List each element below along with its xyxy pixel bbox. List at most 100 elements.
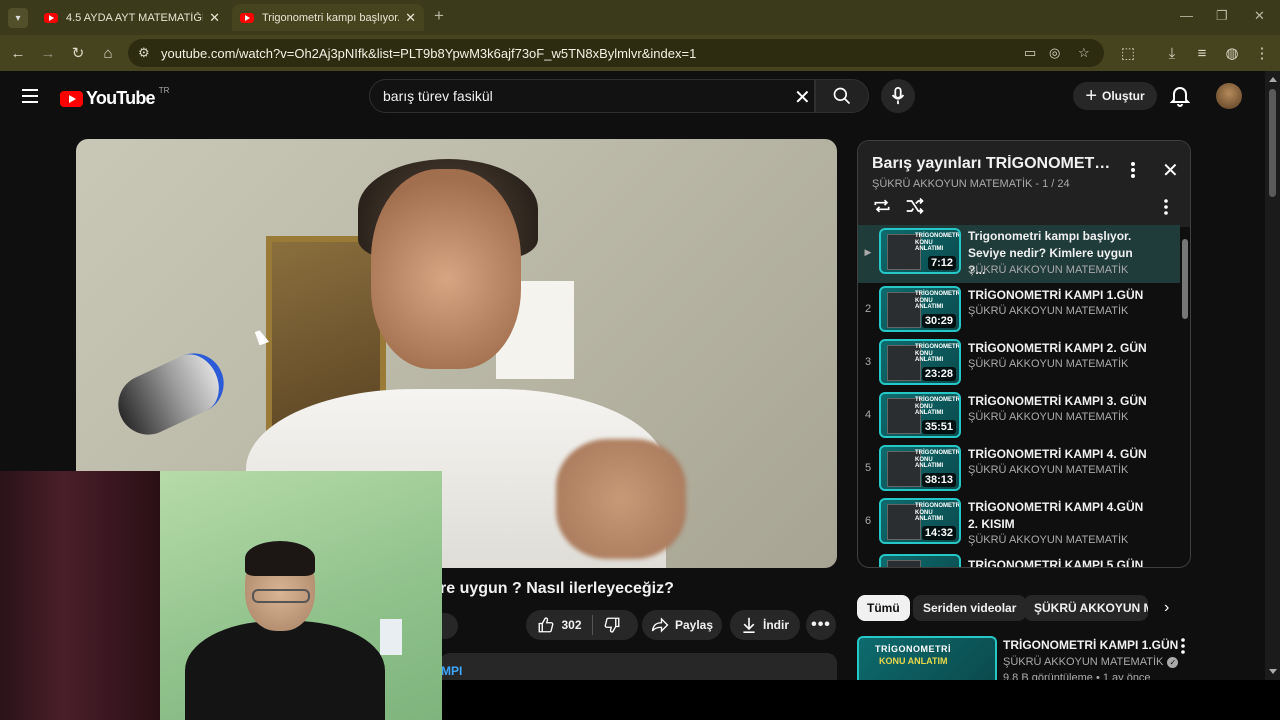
notifications-bell-icon[interactable] [1170,85,1190,107]
search-button[interactable] [815,79,869,113]
chevron-right-icon[interactable]: › [1164,599,1169,617]
playlist-item-title: TRİGONOMETRİ KAMPI 4. GÜN [968,447,1147,461]
tab-label: Trigonometri kampı başlıyor. Se [262,11,400,24]
close-window-icon[interactable]: ✕ [1254,8,1265,24]
recommended-channel[interactable]: ŞÜKRÜ AKKOYUN MATEMATİK ✓ [1003,656,1179,668]
download-label: İndir [763,618,789,632]
playlist-panel: Barış yayınları TRİGONOMETRİ... ŞÜKRÜ AK… [857,140,1191,568]
description-link[interactable]: MPI [441,664,462,678]
description-box[interactable] [440,653,837,683]
playlist-item-title: TRİGONOMETRİ KAMPI 3. GÜN [968,394,1147,408]
menu-icon[interactable] [22,89,38,103]
forward-icon[interactable]: → [38,43,58,63]
chip-channel[interactable]: ŞÜKRÜ AKKOYUN MA [1024,595,1148,621]
recommended-menu-icon[interactable] [1180,638,1186,654]
playlist-menu-icon[interactable] [1130,161,1136,179]
thumbnail-caption: TRİGONOMETRİ KONU ANLATIMI [915,291,961,311]
restore-icon[interactable]: ❐ [1216,8,1228,24]
home-icon[interactable]: ⌂ [98,43,118,63]
like-button[interactable] [537,616,555,634]
extensions-icon[interactable]: ⬚ [1118,43,1138,63]
media-control-icon[interactable]: ≡ [1192,43,1212,63]
close-playlist-icon[interactable]: ✕ [1162,158,1179,183]
webcam-curtain [0,471,160,720]
playlist-item-title: TRİGONOMETRİ KAMPI 5.GÜN [968,558,1144,568]
download-button[interactable]: İndir [730,610,800,640]
tab-label: 4.5 AYDA AYT MATEMATİĞİ BİTİ [66,11,204,24]
dislike-button[interactable] [603,616,621,634]
thumbs-down-icon [604,617,619,633]
duration-badge: 7:12 [927,256,956,270]
browser-tab-1[interactable]: 4.5 AYDA AYT MATEMATİĞİ BİTİ ✕ [36,4,228,31]
youtube-header: YouTube TR ✕ + Oluştur [0,71,1265,127]
scroll-up-icon[interactable] [1269,77,1277,82]
site-info-icon[interactable]: ⚙ [138,45,150,61]
playlist-item-title: TRİGONOMETRİ KAMPI 1.GÜN [968,288,1144,302]
chip-all[interactable]: Tümü [857,595,910,621]
playlist-item[interactable]: 2 TRİGONOMETRİ KONU ANLATIMI 30:29 TRİGON… [858,283,1180,336]
shuffle-icon[interactable] [905,197,925,215]
playlist-title[interactable]: Barış yayınları TRİGONOMETRİ... [872,155,1112,173]
more-actions-button[interactable]: ••• [806,610,836,640]
playlist-item[interactable]: 5 TRİGONOMETRİ KONU ANLATIMI 38:13 TRİGON… [858,442,1180,495]
create-button[interactable]: + Oluştur [1073,82,1157,110]
chip-series[interactable]: Seriden videolar [913,595,1027,621]
recommended-title[interactable]: TRİGONOMETRİ KAMPI 1.GÜN [1003,638,1178,652]
playlist-options-icon[interactable] [1163,199,1169,215]
address-bar[interactable]: ⚙ youtube.com/watch?v=Oh2Aj3pNIfk&list=P… [128,39,1104,67]
youtube-logo[interactable]: YouTube TR [60,86,170,109]
close-tab-icon[interactable]: ✕ [209,10,220,26]
browser-tab-2[interactable]: Trigonometri kampı başlıyor. Se ✕ [232,4,424,31]
search-box[interactable]: ✕ [369,79,815,113]
clear-search-icon[interactable]: ✕ [794,85,811,110]
playlist-item-index: 4 [864,409,872,421]
new-tab-icon[interactable]: + [434,6,444,26]
playlist-item[interactable]: 6 TRİGONOMETRİ KONU ANLATIMI 14:32 TRİGON… [858,495,1180,551]
loop-icon[interactable] [872,197,892,215]
playlist-item[interactable]: 3 TRİGONOMETRİ KONU ANLATIMI 23:28 TRİGON… [858,336,1180,389]
back-icon[interactable]: ← [8,43,28,63]
presenter-hand [556,439,686,559]
bookmark-star-icon[interactable]: ☆ [1078,45,1090,61]
playlist-scroll-thumb[interactable] [1182,239,1188,319]
page-scrollbar[interactable] [1265,71,1280,680]
recommended-meta: 9,8 B görüntüleme • 1 ay önce [1003,672,1151,680]
microphone-icon [891,87,905,105]
like-divider [591,615,593,635]
minimize-icon[interactable]: — [1180,8,1193,23]
cast-icon[interactable]: ▭ [1024,45,1036,61]
playlist-scrollbar[interactable] [1180,227,1190,567]
voice-search-button[interactable] [881,79,915,113]
plus-icon: + [1085,85,1097,107]
playlist-subtitle: ŞÜKRÜ AKKOYUN MATEMATİK - 1 / 24 [872,178,1070,190]
download-icon [741,616,757,634]
playlist-item-channel: ŞÜKRÜ AKKOYUN MATEMATİK [968,464,1129,476]
reload-icon[interactable]: ↻ [68,43,88,63]
share-button[interactable]: Paylaş [642,610,722,640]
tracking-protection-icon[interactable]: ◎ [1049,45,1060,61]
downloads-icon[interactable]: ⤓ [1162,43,1182,63]
playlist-item-channel: ŞÜKRÜ AKKOYUN MATEMATİK [968,534,1129,546]
search-input[interactable] [383,88,763,104]
country-code: TR [158,86,170,95]
now-playing-icon: ▶ [864,247,872,257]
page-scroll-thumb[interactable] [1269,89,1276,197]
scroll-down-icon[interactable] [1269,669,1277,674]
profile-icon[interactable]: ◍ [1222,43,1242,63]
recommended-thumbnail[interactable]: TRİGONOMETRİ KONU ANLATIM [857,636,997,680]
account-avatar[interactable] [1216,83,1242,109]
webcam-overlay [0,471,442,720]
close-tab-icon[interactable]: ✕ [405,10,416,26]
playlist-item[interactable]: 4 TRİGONOMETRİ KONU ANLATIMI 35:51 TRİGON… [858,389,1180,442]
tab-search-dropdown-icon[interactable]: ▾ [8,8,28,28]
playlist-item[interactable]: ▶ TRİGONOMETRİ KONU ANLATIMI 7:12 Trigono… [858,225,1180,283]
subscribe-button-fragment[interactable] [440,613,458,639]
browser-menu-icon[interactable]: ⋮ [1252,43,1272,63]
duration-badge: 30:29 [921,314,956,328]
thumbnail-caption: TRİGONOMETRİ KONU ANLATIMI [915,344,961,364]
playlist-item-index: 2 [864,303,872,315]
playlist-item[interactable]: TRİGONOMETRİ KAMPI 5.GÜN [858,551,1180,568]
webcam-person-glasses [252,589,310,603]
playlist-item-channel: ŞÜKRÜ AKKOYUN MATEMATİK [968,411,1129,423]
duration-badge: 23:28 [921,367,956,381]
